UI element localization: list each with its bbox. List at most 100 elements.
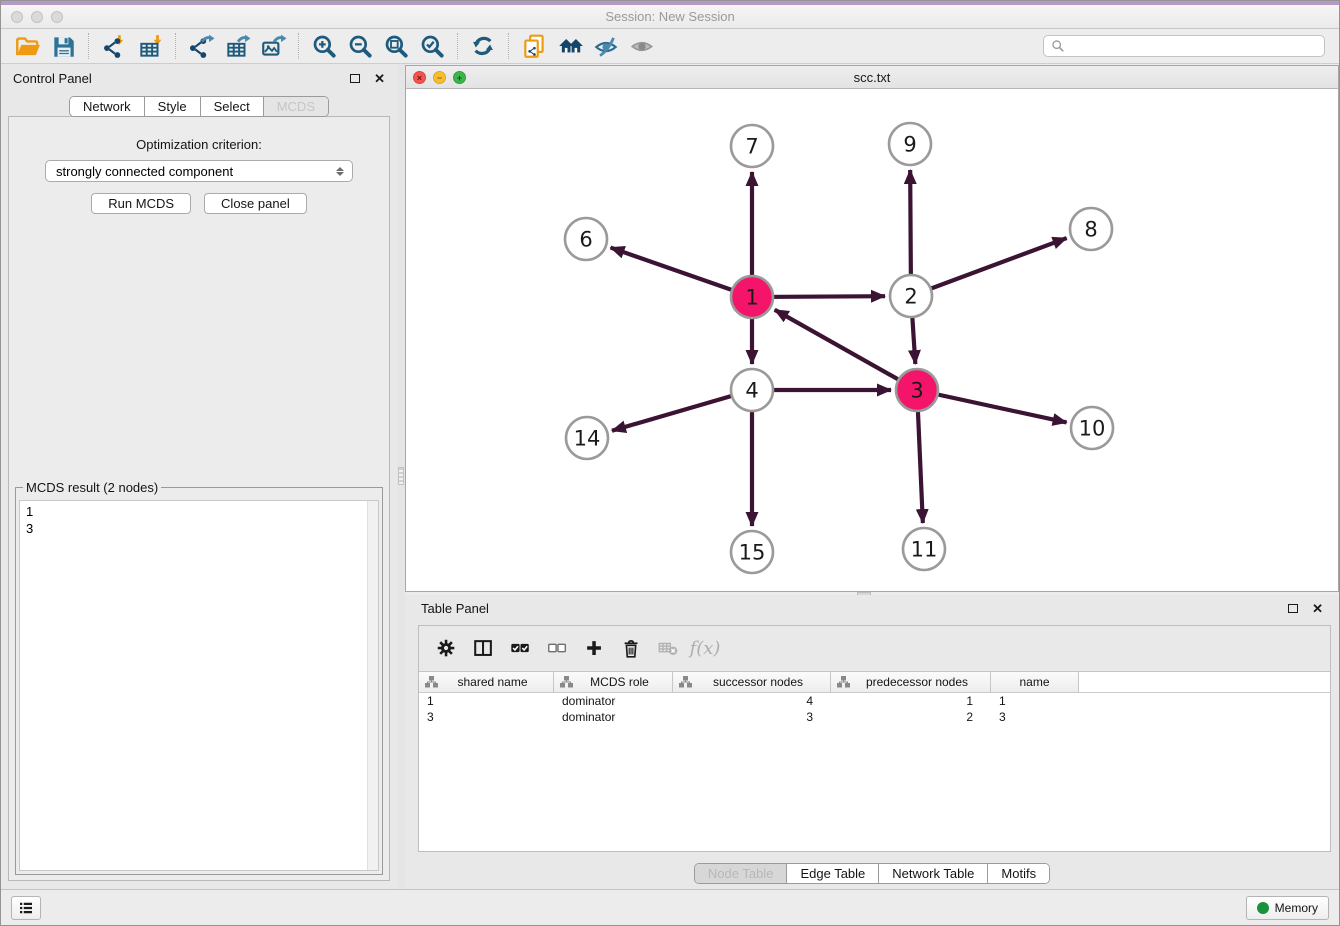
- optimization-criterion-select[interactable]: strongly connected component: [45, 160, 353, 182]
- node-label-14: 14: [574, 427, 601, 451]
- edge-1-6[interactable]: [611, 248, 752, 297]
- split-columns-icon: [472, 637, 495, 660]
- tab-network[interactable]: Network: [70, 97, 145, 116]
- copy-network-icon: [521, 33, 548, 60]
- column-header-shared-name[interactable]: shared name: [419, 672, 554, 692]
- cell-name[interactable]: 3: [991, 709, 1079, 725]
- mcds-result-item[interactable]: 3: [26, 520, 378, 537]
- zoom-in-button[interactable]: [306, 31, 342, 61]
- memory-button[interactable]: Memory: [1246, 896, 1329, 920]
- table-settings-gear-icon: [435, 637, 458, 660]
- add-column-icon: [583, 637, 606, 660]
- mcds-result-list[interactable]: 13: [19, 500, 379, 871]
- select-all-button[interactable]: [505, 634, 535, 664]
- mcds-result-title: MCDS result (2 nodes): [23, 480, 161, 495]
- clear-selection-button[interactable]: [542, 634, 572, 664]
- import-table-button[interactable]: [132, 31, 168, 61]
- tab-mcds[interactable]: MCDS: [264, 97, 328, 116]
- open-session-button[interactable]: [9, 31, 45, 61]
- search-box: [1043, 35, 1325, 57]
- apply-function-button: f(x): [690, 634, 720, 664]
- homes-icon: [557, 33, 584, 60]
- save-session-button[interactable]: [45, 31, 81, 61]
- mcds-pane: Optimization criterion: strongly connect…: [8, 116, 390, 881]
- run-mcds-button[interactable]: Run MCDS: [91, 193, 191, 214]
- node-label-4: 4: [745, 379, 758, 403]
- zoom-selected-button[interactable]: [414, 31, 450, 61]
- toolbar-separator: [508, 33, 509, 59]
- toolbar-separator: [88, 33, 89, 59]
- node-table-container: f(x) shared nameMCDS rolesuccessor nodes…: [418, 625, 1331, 852]
- add-column-button[interactable]: [579, 634, 609, 664]
- hide-selected-eye-button[interactable]: [588, 31, 624, 61]
- delete-table-icon: [657, 637, 680, 660]
- close-panel-icon[interactable]: ✕: [374, 72, 385, 85]
- delete-columns-icon: [620, 637, 643, 660]
- zoom-fit-button[interactable]: [378, 31, 414, 61]
- search-input[interactable]: [1070, 37, 1324, 55]
- homes-button[interactable]: [552, 31, 588, 61]
- close-panel-button[interactable]: Close panel: [204, 193, 307, 214]
- column-label: predecessor nodes: [854, 675, 990, 689]
- tab-node-table[interactable]: Node Table: [695, 864, 788, 883]
- delete-columns-button[interactable]: [616, 634, 646, 664]
- split-columns-button[interactable]: [468, 634, 498, 664]
- node-label-7: 7: [745, 135, 758, 159]
- vertical-splitter-handle[interactable]: [398, 467, 404, 485]
- column-header-successor-nodes[interactable]: successor nodes: [673, 672, 831, 692]
- network-canvas[interactable]: 7968124314101511: [406, 89, 1338, 591]
- export-network-button[interactable]: [183, 31, 219, 61]
- tab-network-table[interactable]: Network Table: [879, 864, 988, 883]
- result-scrollbar[interactable]: [367, 501, 378, 870]
- edge-2-8[interactable]: [911, 238, 1067, 296]
- optimization-criterion-label: Optimization criterion:: [9, 137, 389, 152]
- status-bar: Memory: [1, 889, 1339, 925]
- cell-shared-name[interactable]: 3: [419, 709, 554, 725]
- right-column: × − + scc.txt 7968124314101511 Table Pan…: [405, 64, 1339, 889]
- toolbar-separator: [175, 33, 176, 59]
- zoom-selected-icon: [419, 33, 446, 60]
- network-window-titlebar: × − + scc.txt: [406, 66, 1338, 89]
- float-table-panel-icon[interactable]: [1288, 604, 1298, 613]
- import-table-icon: [137, 33, 164, 60]
- network-view-window: × − + scc.txt 7968124314101511: [405, 65, 1339, 592]
- export-image-button[interactable]: [255, 31, 291, 61]
- cell-shared-name[interactable]: 1: [419, 693, 554, 709]
- export-table-button[interactable]: [219, 31, 255, 61]
- cell-MCDS-role[interactable]: dominator: [554, 693, 673, 709]
- task-history-button[interactable]: [11, 896, 41, 920]
- control-panel-tabs: NetworkStyleSelectMCDS: [69, 96, 329, 117]
- column-header-MCDS-role[interactable]: MCDS role: [554, 672, 673, 692]
- cell-predecessor-nodes[interactable]: 1: [831, 693, 991, 709]
- export-image-icon: [260, 33, 287, 60]
- edge-3-10[interactable]: [917, 390, 1067, 422]
- open-session-icon: [14, 33, 41, 60]
- table-row[interactable]: 1dominator411: [419, 693, 1330, 709]
- column-header-name[interactable]: name: [991, 672, 1079, 692]
- zoom-out-icon: [347, 33, 374, 60]
- cell-MCDS-role[interactable]: dominator: [554, 709, 673, 725]
- table-row[interactable]: 3dominator323: [419, 709, 1330, 725]
- tab-select[interactable]: Select: [201, 97, 264, 116]
- copy-network-button[interactable]: [516, 31, 552, 61]
- tab-motifs[interactable]: Motifs: [988, 864, 1049, 883]
- cell-successor-nodes[interactable]: 4: [673, 693, 831, 709]
- tab-style[interactable]: Style: [145, 97, 201, 116]
- cell-predecessor-nodes[interactable]: 2: [831, 709, 991, 725]
- float-panel-icon[interactable]: [350, 74, 360, 83]
- table-tabs: Node TableEdge TableNetwork TableMotifs: [694, 863, 1050, 884]
- mcds-result-item[interactable]: 1: [26, 503, 378, 520]
- control-panel-title: Control Panel: [13, 71, 350, 86]
- cell-successor-nodes[interactable]: 3: [673, 709, 831, 725]
- close-table-panel-icon[interactable]: ✕: [1312, 602, 1323, 615]
- column-header-predecessor-nodes[interactable]: predecessor nodes: [831, 672, 991, 692]
- cell-name[interactable]: 1: [991, 693, 1079, 709]
- vertical-splitter[interactable]: [397, 64, 405, 889]
- edge-3-1[interactable]: [775, 310, 917, 390]
- tab-edge-table[interactable]: Edge Table: [787, 864, 879, 883]
- apply-layout-icon: [470, 33, 497, 60]
- apply-layout-button[interactable]: [465, 31, 501, 61]
- table-settings-gear-button[interactable]: [431, 634, 461, 664]
- import-network-button[interactable]: [96, 31, 132, 61]
- zoom-out-button[interactable]: [342, 31, 378, 61]
